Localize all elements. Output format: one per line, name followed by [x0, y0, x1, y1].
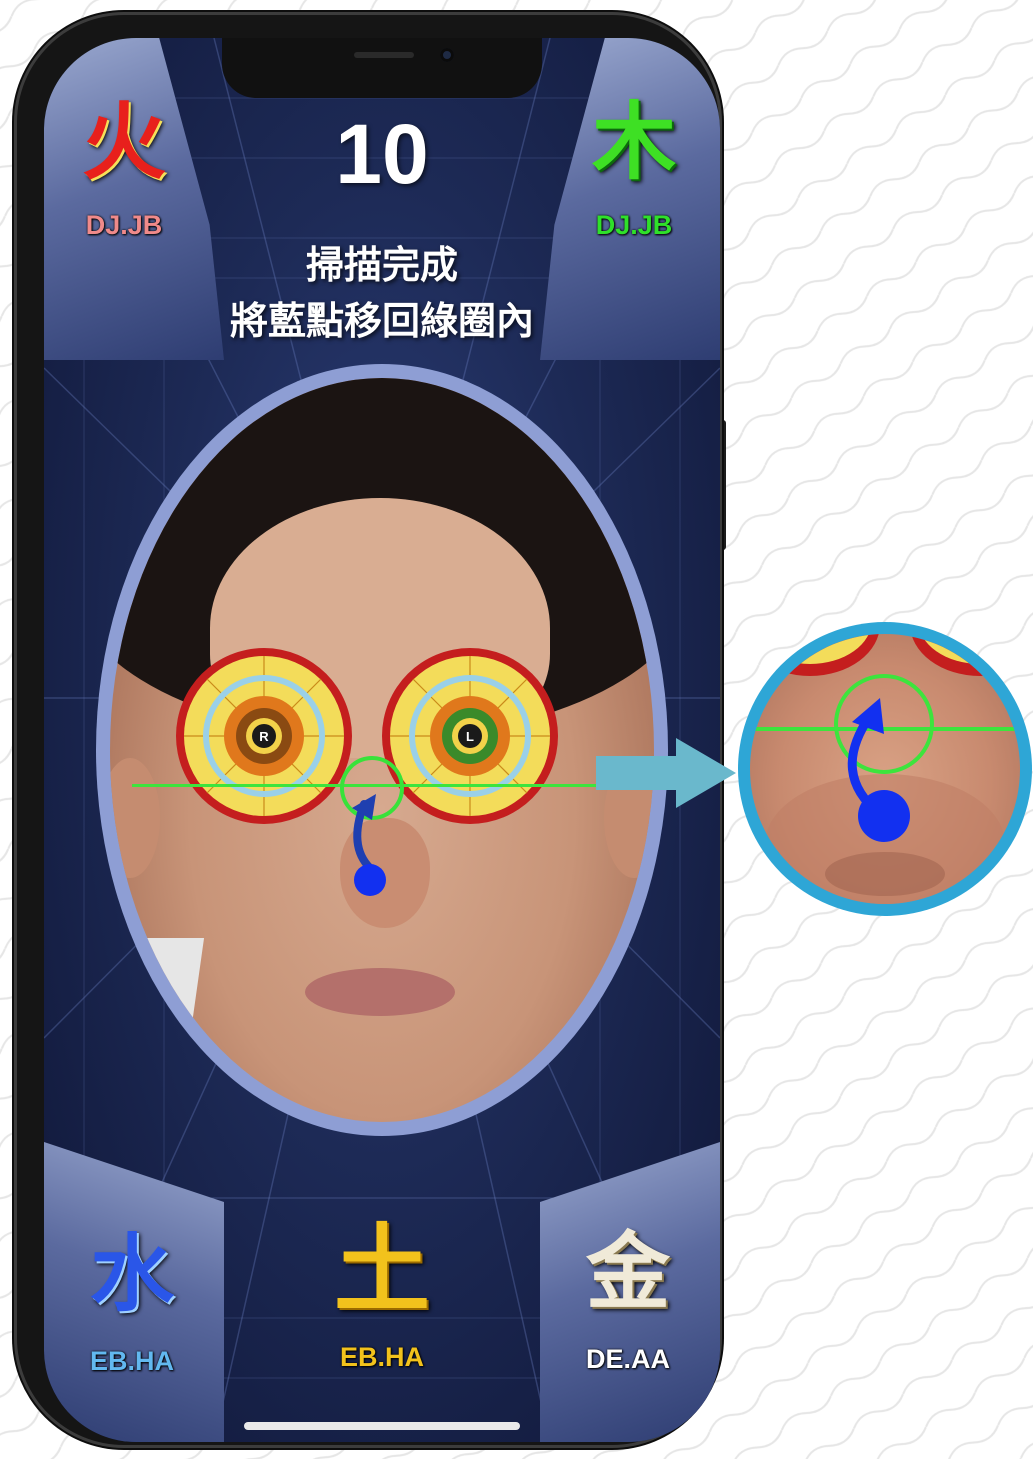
element-earth-char: 土 [334, 1213, 430, 1326]
instruction-line-1: 掃描完成 [305, 243, 458, 287]
blue-tracking-dot[interactable] [354, 864, 386, 896]
curved-arrow-icon [352, 794, 376, 872]
instruction-line-2: 將藍點移回綠圈內 [229, 299, 534, 343]
left-ear [110, 758, 160, 878]
notch [222, 38, 542, 98]
element-metal-code: DE.AA [585, 1344, 670, 1374]
element-wood-char: 木 [591, 92, 676, 191]
phone-frame: 火 DJ.JB 木 DJ.JB 水 EB.HA 土 EB.HA 金 DE.AA … [14, 12, 722, 1448]
lips [305, 968, 455, 1016]
arrow-right-icon [596, 738, 736, 808]
home-indicator [244, 1422, 520, 1430]
iris-right-label: R [259, 729, 269, 744]
countdown-timer: 10 [335, 107, 429, 201]
element-water-char: 水 [89, 1224, 174, 1323]
iris-chart-right: R [176, 648, 352, 824]
iris-chart-left: L [382, 648, 558, 824]
element-metal-char: 金 [585, 1222, 670, 1321]
zoom-nose-detail [750, 634, 1020, 904]
zoom-detail-drawing [750, 634, 1020, 904]
speaker-grille [354, 52, 414, 58]
element-fire-char: 火 [81, 92, 166, 191]
element-water-code: EB.HA [89, 1346, 174, 1376]
element-earth-code: EB.HA [339, 1342, 424, 1372]
zoom-magnifier [738, 622, 1032, 916]
front-camera [440, 48, 454, 62]
iris-left-label: L [466, 729, 474, 744]
